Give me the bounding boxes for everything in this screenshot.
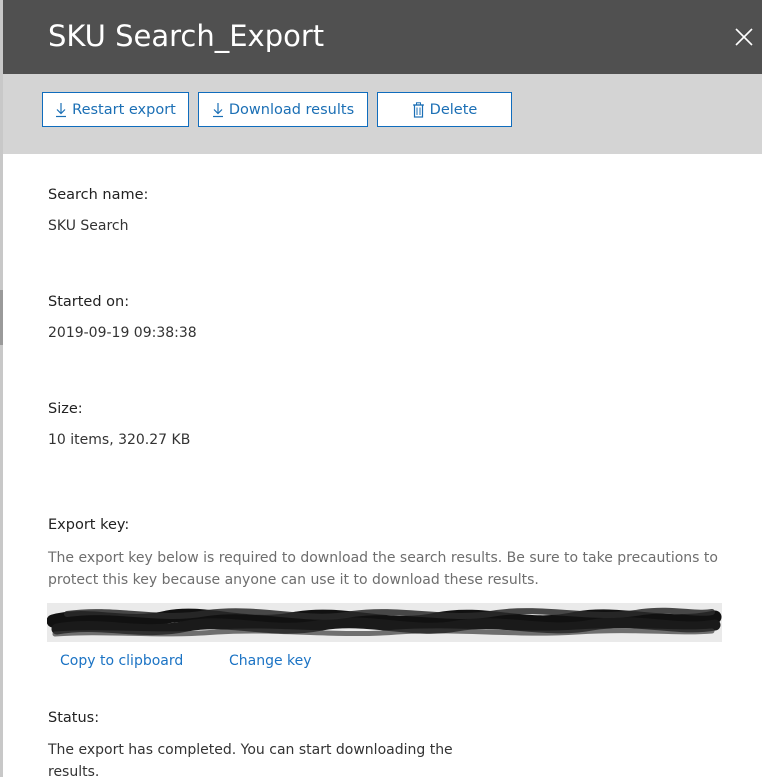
panel-title: SKU Search_Export [48, 19, 325, 53]
started-on-label: Started on: [48, 294, 130, 310]
trash-icon [412, 101, 424, 118]
close-button[interactable] [729, 22, 759, 52]
copy-to-clipboard-link[interactable]: Copy to clipboard [60, 653, 183, 669]
download-arrow-icon [56, 102, 67, 117]
search-name-value: SKU Search [48, 218, 129, 234]
status-label: Status: [48, 710, 100, 726]
download-results-label: Download results [228, 101, 355, 118]
search-name-label: Search name: [48, 187, 149, 203]
close-icon [735, 28, 753, 46]
status-value: The export has completed. You can start … [48, 742, 453, 780]
action-toolbar: Restart export Download results Delete [3, 74, 762, 154]
delete-button[interactable]: Delete [377, 92, 512, 127]
background-page-edge-marker [0, 290, 3, 345]
redaction-scribble [47, 607, 722, 637]
export-key-description: The export key below is required to down… [48, 550, 718, 588]
download-arrow-icon [212, 102, 223, 117]
size-value: 10 items, 320.27 KB [48, 432, 191, 448]
size-label: Size: [48, 401, 83, 417]
export-key-label: Export key: [48, 517, 130, 533]
restart-export-label: Restart export [72, 101, 176, 118]
restart-export-button[interactable]: Restart export [42, 92, 189, 127]
delete-label: Delete [429, 101, 478, 118]
export-key-field [47, 603, 722, 642]
started-on-value: 2019-09-19 09:38:38 [48, 325, 197, 341]
panel-header: SKU Search_Export [3, 0, 762, 74]
download-results-button[interactable]: Download results [198, 92, 368, 127]
change-key-link[interactable]: Change key [229, 653, 312, 669]
